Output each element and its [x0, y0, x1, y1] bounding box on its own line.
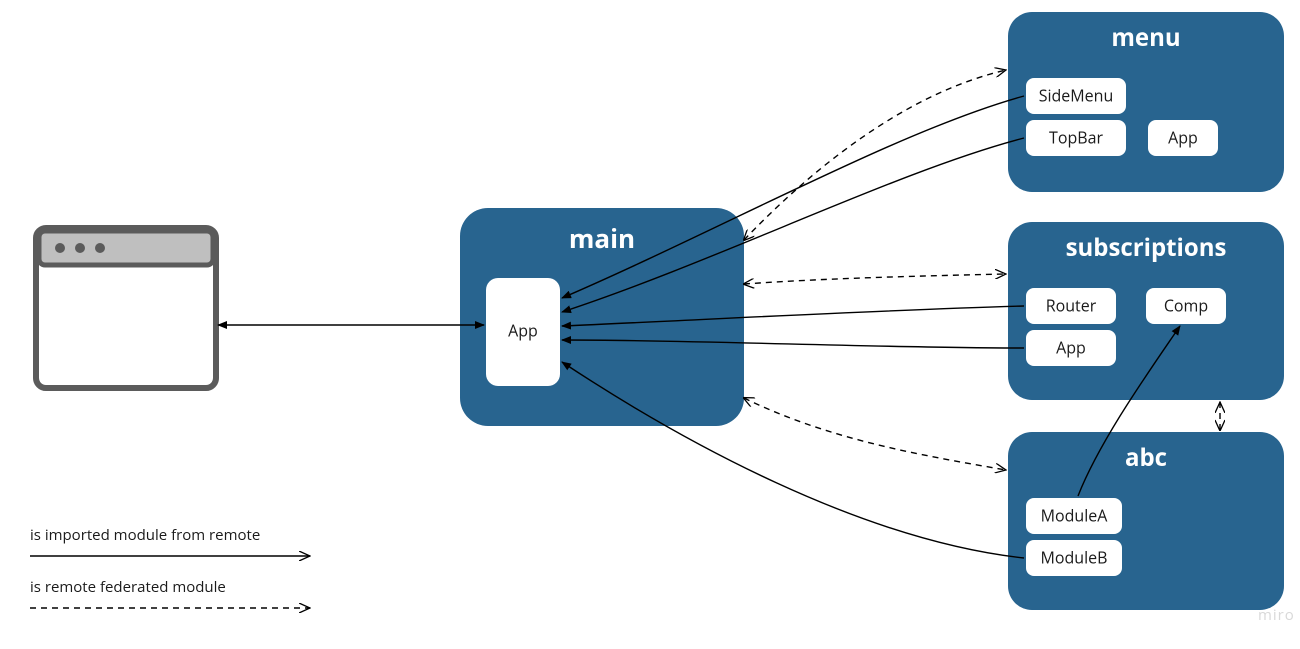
- diagram-canvas: main App menu SideMenu TopBar App subscr…: [0, 0, 1300, 649]
- module-subscriptions: subscriptions Router App Comp: [1008, 222, 1284, 400]
- module-menu-title: menu: [1111, 21, 1180, 54]
- chip-main-app-label: App: [508, 319, 538, 341]
- module-main: main App: [460, 208, 744, 426]
- module-menu: menu SideMenu TopBar App: [1008, 12, 1284, 192]
- chip-subs-app-label: App: [1056, 336, 1086, 358]
- watermark: miro: [1258, 605, 1295, 625]
- legend-imported-label: is imported module from remote: [30, 525, 260, 545]
- chip-abc-modulea-label: ModuleA: [1041, 504, 1109, 526]
- chip-abc-moduleb-label: ModuleB: [1041, 546, 1108, 568]
- module-abc-title: abc: [1125, 441, 1167, 474]
- module-subscriptions-title: subscriptions: [1066, 231, 1227, 264]
- chip-subs-comp-label: Comp: [1164, 294, 1208, 316]
- legend: is imported module from remote is remote…: [30, 525, 310, 608]
- chip-menu-sidemenu-label: SideMenu: [1039, 84, 1114, 106]
- chip-menu-app-label: App: [1168, 126, 1198, 148]
- module-main-title: main: [569, 220, 635, 256]
- browser-icon: [36, 228, 216, 388]
- edge-main-abc-federated: [744, 398, 1006, 470]
- chip-menu-topbar-label: TopBar: [1049, 126, 1103, 148]
- legend-federated-label: is remote federated module: [30, 577, 226, 597]
- module-abc: abc ModuleA ModuleB: [1008, 432, 1284, 610]
- edge-main-subs-federated: [744, 274, 1006, 284]
- chip-subs-router-label: Router: [1046, 294, 1097, 316]
